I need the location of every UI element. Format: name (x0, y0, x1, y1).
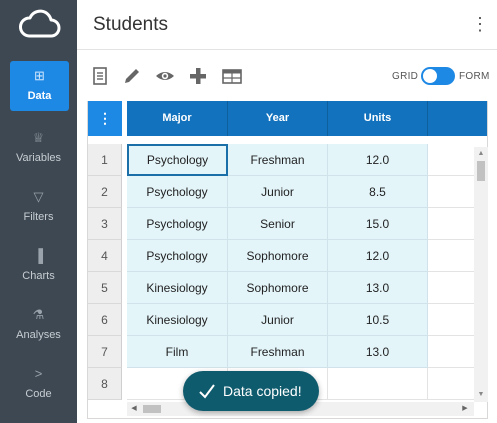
toast-message: Data copied! (223, 383, 302, 399)
column-header[interactable]: Year (228, 101, 328, 136)
pencil-icon[interactable] (121, 65, 143, 87)
sidebar-item-variables[interactable]: ♕ Variables (0, 121, 77, 177)
column-menu-icon[interactable]: ⋮ (88, 101, 122, 136)
scroll-right-icon[interactable]: ▶ (460, 404, 470, 414)
grid-cell[interactable]: Psychology (127, 208, 228, 240)
grid-cell[interactable]: Kinesiology (127, 304, 228, 336)
flask-icon: ⚗ (32, 307, 45, 322)
chevron-right-icon: > (34, 366, 43, 381)
grid-cell[interactable]: Senior (228, 208, 328, 240)
row-number[interactable]: 5 (88, 272, 122, 304)
grid-cell[interactable]: 15.0 (328, 208, 428, 240)
grid-cell[interactable]: 13.0 (328, 336, 428, 368)
grid-cell[interactable]: Freshman (228, 336, 328, 368)
grid-cell[interactable]: Psychology (127, 144, 228, 176)
sidebar-item-charts[interactable]: ▐ Charts (0, 239, 77, 295)
vertical-scrollbar[interactable]: ▲ ▼ (474, 147, 488, 402)
sidebar-item-filters[interactable]: ▽ Filters (0, 180, 77, 236)
grid-cell[interactable]: 12.0 (328, 240, 428, 272)
horizontal-scroll-thumb[interactable] (143, 405, 161, 413)
page-title: Students (93, 14, 168, 35)
vertical-scroll-thumb[interactable] (477, 161, 485, 181)
scroll-left-icon[interactable]: ◀ (129, 404, 139, 414)
column-header[interactable]: Major (127, 101, 228, 136)
cloud-icon[interactable] (17, 8, 61, 42)
row-number[interactable]: 7 (88, 336, 122, 368)
scroll-up-icon[interactable]: ▲ (476, 149, 486, 159)
grid-cell[interactable]: Sophomore (228, 272, 328, 304)
sidebar: ⊞ Data ♕ Variables ▽ Filters ▐ Charts ⚗ Analyses >… (0, 0, 77, 423)
check-icon (199, 384, 215, 399)
grid-cell[interactable]: Psychology (127, 176, 228, 208)
toolbar: GRID FORM (77, 51, 497, 101)
row-number[interactable]: 4 (88, 240, 122, 272)
eye-icon[interactable] (154, 65, 176, 87)
toggle-form-label: FORM (459, 71, 490, 82)
grid-cell[interactable]: Psychology (127, 240, 228, 272)
sidebar-item-label: Code (25, 388, 52, 400)
more-vertical-icon[interactable]: ⋮ (471, 14, 489, 34)
column-header[interactable] (428, 101, 487, 136)
grid-form-toggle[interactable] (421, 67, 455, 85)
grid-cell[interactable]: 10.5 (328, 304, 428, 336)
filter-icon: ▽ (33, 189, 44, 204)
grid-cell[interactable]: Sophomore (228, 240, 328, 272)
row-number[interactable]: 6 (88, 304, 122, 336)
toggle-grid-label: GRID (392, 71, 419, 82)
grid-cell[interactable]: Film (127, 336, 228, 368)
bar-chart-icon: ▐ (33, 248, 44, 263)
document-icon[interactable] (89, 65, 111, 87)
grid-cell[interactable]: Kinesiology (127, 272, 228, 304)
scroll-down-icon[interactable]: ▼ (476, 390, 486, 400)
row-number[interactable]: 3 (88, 208, 122, 240)
sidebar-item-label: Charts (22, 270, 55, 282)
variables-icon: ♕ (32, 130, 45, 145)
grid-cell[interactable] (328, 368, 428, 400)
app-header: Students ⋮ (77, 0, 497, 50)
sidebar-item-code[interactable]: > Code (0, 357, 77, 413)
grid-cell[interactable]: 13.0 (328, 272, 428, 304)
grid-cell[interactable]: Freshman (228, 144, 328, 176)
grid-icon: ⊞ (34, 68, 45, 83)
sidebar-item-analyses[interactable]: ⚗ Analyses (0, 298, 77, 354)
plus-icon[interactable] (187, 65, 209, 87)
sidebar-item-label: Variables (15, 152, 62, 164)
grid-cell[interactable]: Junior (228, 304, 328, 336)
grid-cell[interactable]: 12.0 (328, 144, 428, 176)
toggle-knob (423, 69, 437, 83)
row-number[interactable]: 1 (88, 144, 122, 176)
grid-cell[interactable]: 8.5 (328, 176, 428, 208)
sidebar-item-data[interactable]: ⊞ Data (10, 61, 69, 111)
column-header[interactable]: Units (328, 101, 428, 136)
table-icon[interactable] (221, 65, 243, 87)
row-number[interactable]: 8 (88, 368, 122, 400)
toast-notification: Data copied! (183, 371, 319, 411)
grid-cell[interactable]: Junior (228, 176, 328, 208)
sidebar-item-label: Data (27, 90, 52, 102)
sidebar-item-label: Filters (23, 211, 54, 223)
sidebar-item-label: Analyses (16, 329, 61, 341)
row-number[interactable]: 2 (88, 176, 122, 208)
